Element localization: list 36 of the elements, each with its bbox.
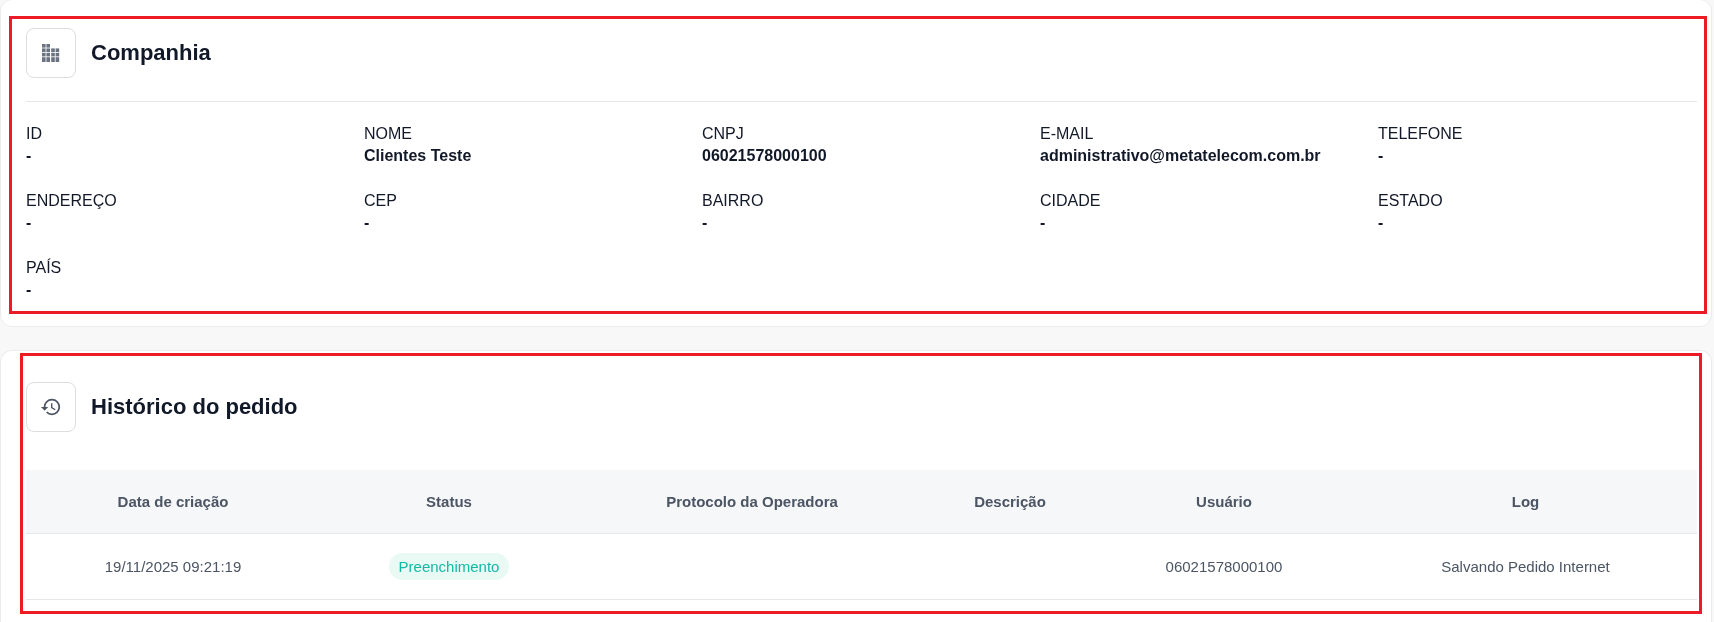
- card-title: Histórico do pedido: [91, 394, 298, 421]
- card-title: Companhia: [91, 40, 211, 66]
- field-value: administrativo@metatelecom.com.br: [1040, 146, 1322, 166]
- building-icon: [26, 28, 76, 78]
- field-label: E-MAIL: [1040, 124, 1095, 144]
- field-value: -: [1378, 146, 1385, 166]
- history-icon: [26, 382, 76, 433]
- column-header: Usuário: [1195, 492, 1253, 513]
- field-value: -: [1040, 213, 1047, 233]
- column-header: Status: [425, 492, 473, 513]
- column-header: Log: [1510, 492, 1541, 513]
- field-label: CIDADE: [1040, 191, 1102, 211]
- column-header: Protocolo da Operadora: [665, 492, 839, 513]
- field-label: PAÍS: [26, 257, 63, 278]
- field-label: CEP: [364, 191, 398, 211]
- field-label: ID: [26, 124, 43, 144]
- table-cell: 06021578000100: [1165, 558, 1283, 576]
- column-header: Descrição: [973, 492, 1047, 513]
- status-badge: Preenchimento: [388, 553, 510, 581]
- field-value: -: [702, 213, 709, 233]
- field-label: BAIRRO: [702, 191, 765, 211]
- field-label: CNPJ: [702, 124, 745, 144]
- field-label: NOME: [364, 124, 413, 144]
- field-value: Clientes Teste: [364, 146, 473, 166]
- field-label: ENDEREÇO: [26, 191, 118, 211]
- field-value: -: [364, 213, 371, 233]
- table-cell: Salvando Pedido Internet: [1441, 558, 1610, 576]
- field-value: -: [26, 280, 33, 300]
- field-label: TELEFONE: [1378, 124, 1464, 144]
- field-value: 06021578000100: [702, 146, 828, 166]
- field-value: -: [26, 146, 33, 166]
- column-header: Data de criação: [116, 492, 230, 513]
- field-value: -: [1378, 213, 1385, 233]
- table-cell: 19/11/2025 09:21:19: [104, 558, 242, 576]
- field-value: -: [26, 213, 33, 233]
- field-label: ESTADO: [1378, 191, 1444, 211]
